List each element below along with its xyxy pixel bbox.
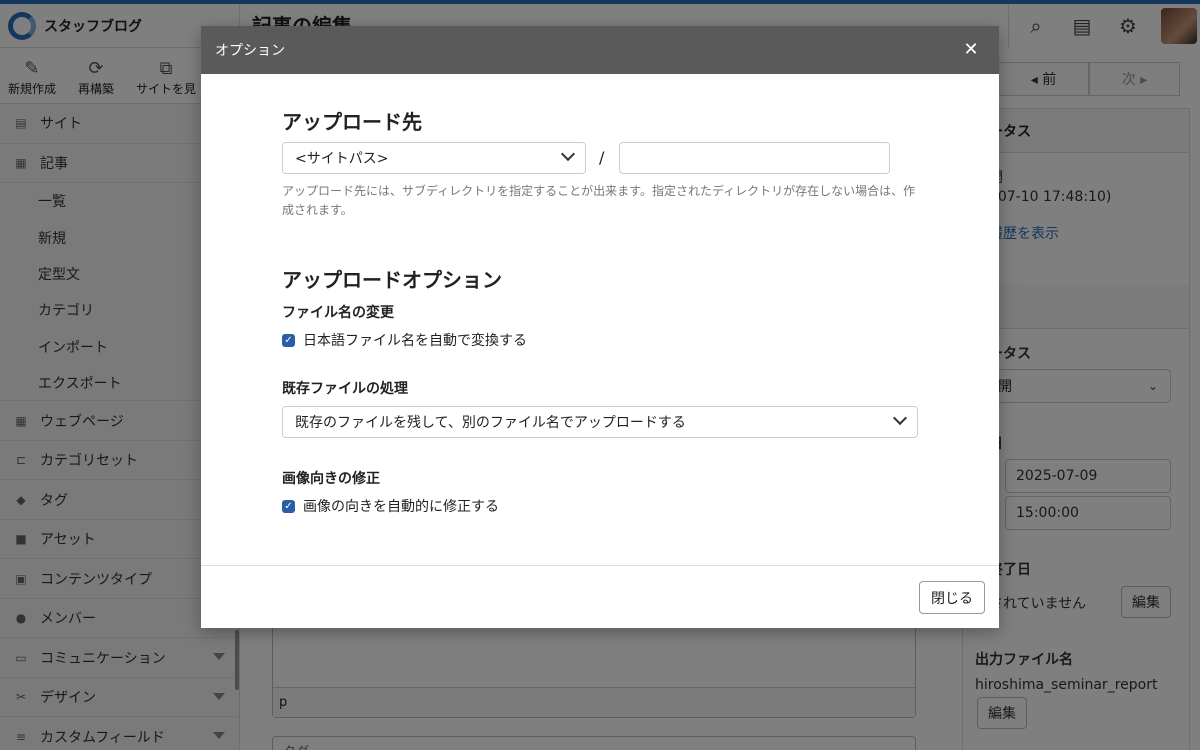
checkmark-icon[interactable]: ✓ (282, 333, 295, 347)
options-modal: オプション ✕ アップロード先 <サイトパス> / アップロード先には、サブディ… (201, 26, 999, 628)
modal-footer: 閉じる (201, 565, 999, 628)
modal-title: オプション (215, 43, 285, 59)
rename-heading: ファイル名の変更 (282, 305, 394, 321)
upload-destination-heading: アップロード先 (282, 110, 422, 134)
existing-file-heading: 既存ファイルの処理 (282, 381, 408, 397)
rename-checkbox[interactable]: ✓ 日本語ファイル名を自動で変換する (282, 330, 527, 350)
existing-file-select-value: 既存のファイルを残して、別のファイル名でアップロードする (295, 415, 686, 431)
orientation-heading: 画像向きの修正 (282, 471, 380, 487)
subdirectory-input[interactable] (619, 142, 890, 174)
site-path-select[interactable]: <サイトパス> (282, 142, 586, 174)
chevron-down-icon (560, 146, 576, 162)
upload-destination-hint: アップロード先には、サブディレクトリを指定することが出来ます。指定されたディレク… (282, 184, 916, 217)
existing-file-select[interactable]: 既存のファイルを残して、別のファイル名でアップロードする (282, 406, 918, 438)
upload-options-heading: アップロードオプション (282, 268, 502, 292)
modal-header: オプション ✕ (201, 26, 999, 74)
modal-body: アップロード先 <サイトパス> / アップロード先には、サブディレクトリを指定す… (201, 74, 999, 565)
close-icon[interactable]: ✕ (961, 40, 981, 60)
checkmark-icon[interactable]: ✓ (282, 499, 295, 513)
path-separator: / (599, 148, 605, 167)
orientation-checkbox-label: 画像の向きを自動的に修正する (303, 499, 499, 515)
orientation-checkbox[interactable]: ✓ 画像の向きを自動的に修正する (282, 496, 499, 516)
close-button[interactable]: 閉じる (919, 581, 985, 614)
chevron-down-icon (892, 410, 908, 426)
site-path-select-value: <サイトパス> (295, 151, 389, 167)
rename-checkbox-label: 日本語ファイル名を自動で変換する (303, 333, 527, 349)
